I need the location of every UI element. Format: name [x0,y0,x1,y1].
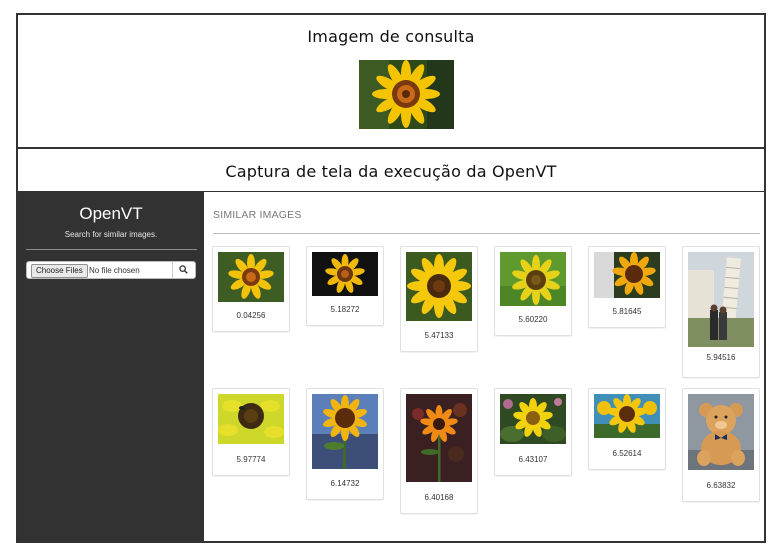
result-card[interactable]: 5.60220 [494,246,572,336]
teddy-bear-image [688,394,754,470]
sidebar: OpenVT Search for similar images. Choose… [18,192,204,541]
choose-files-button[interactable]: Choose Files [31,264,88,278]
brand-title: OpenVT [79,204,143,223]
query-image [359,60,454,129]
similarity-score: 5.94516 [706,353,736,362]
similarity-score: 5.47133 [424,331,454,340]
brand-tagline: Search for similar images. [64,230,158,239]
similarity-score: 6.63832 [706,481,736,490]
search-button[interactable] [172,262,195,278]
caption-section: Captura de tela da execução da OpenVT [18,149,764,192]
sunflower-dark-background-image [312,252,378,296]
similarity-score: 6.40168 [424,493,454,502]
search-icon [179,265,188,274]
result-card[interactable]: 0.04256 [212,246,290,332]
screenshot-frame: Imagem de consulta Captura de tela da ex… [16,13,766,543]
sunflower-image [218,252,284,302]
header-rule [213,233,760,234]
result-card[interactable]: 6.40168 [400,388,478,514]
similarity-score: 6.43107 [518,455,548,464]
result-card[interactable]: 5.81645 [588,246,666,328]
similarity-score: 0.04256 [236,311,266,320]
sunflower-leaning-image [594,252,660,298]
result-card[interactable]: 6.63832 [682,388,760,502]
result-card[interactable]: 6.43107 [494,388,572,476]
result-card[interactable]: 5.97774 [212,388,290,476]
openvt-app: OpenVT Search for similar images. Choose… [18,192,764,541]
leaning-tower-of-pisa-image [688,252,754,347]
file-status-text: No file chosen [89,266,140,275]
result-card[interactable]: 6.14732 [306,388,384,500]
result-card[interactable]: 6.52614 [588,388,666,470]
similarity-score: 5.60220 [518,315,548,324]
similarity-score: 5.97774 [236,455,266,464]
sunflower-against-sky-image [312,394,378,469]
sunflower-blue-sky-image [594,394,660,438]
main-content: SIMILAR IMAGES 0.04256 5.18272 5.47133 5… [204,192,764,541]
similar-images-header: SIMILAR IMAGES [213,209,302,221]
similarity-score: 6.14732 [330,479,360,488]
sidebar-divider [26,249,197,250]
query-section: Imagem de consulta [18,15,764,149]
upload-group: Choose Files No file chosen [26,261,196,279]
similarity-score: 5.18272 [330,305,360,314]
sunflower-green-background-image [500,252,566,306]
sunflower-with-bee-image [218,394,284,444]
similarity-score: 5.81645 [612,307,642,316]
query-title: Imagem de consulta [307,27,475,46]
sunflower-in-garden-image [500,394,566,444]
caption-title: Captura de tela da execução da OpenVT [225,162,557,181]
orange-flower-dark-background-image [406,394,472,482]
sunflower-closeup-image [406,252,472,321]
result-card[interactable]: 5.94516 [682,246,760,378]
result-card[interactable]: 5.18272 [306,246,384,326]
similarity-score: 6.52614 [612,449,642,458]
result-card[interactable]: 5.47133 [400,246,478,352]
